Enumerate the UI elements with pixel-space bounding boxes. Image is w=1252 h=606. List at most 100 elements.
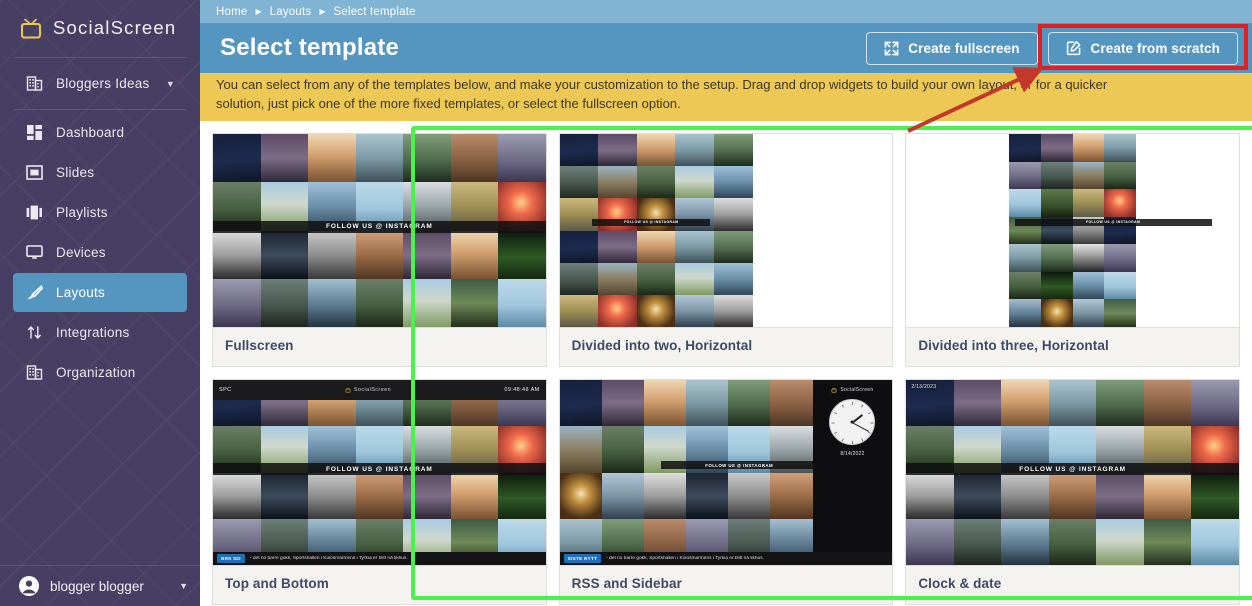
mosaic-tile — [260, 134, 309, 183]
user-avatar-icon — [19, 576, 39, 596]
mosaic-tile — [403, 278, 451, 327]
mosaic-tile — [260, 472, 309, 519]
alert-line-1: You can select from any of the templates… — [216, 77, 1108, 92]
mosaic-tile — [1001, 472, 1049, 519]
breadcrumb-item-select-template: Select template — [333, 5, 416, 18]
organization-building-icon — [25, 363, 44, 382]
template-card-fullscreen[interactable]: FOLLOW US @ INSTAGRAM Fullscreen — [212, 133, 547, 367]
mosaic-tile — [636, 294, 676, 327]
mosaic-tile — [601, 472, 644, 519]
layouts-brush-icon — [25, 283, 44, 302]
mosaic-tile — [498, 134, 546, 183]
mosaic-tile — [498, 230, 546, 279]
template-card-clock-date[interactable]: FOLLOW US @ INSTAGRAM 2/13/2023 Clock & … — [905, 379, 1240, 605]
sidebar-item-label: Bloggers Ideas — [56, 76, 150, 91]
alert-line-2: solution, just pick one of the more fixe… — [216, 96, 681, 111]
template-preview: FOLLOW US @ INSTAGRAM SocialScreen 8/14/… — [559, 380, 893, 565]
mosaic-tile — [770, 472, 813, 519]
mosaic-tile — [1191, 518, 1239, 565]
mosaic-tile — [355, 278, 404, 327]
mosaic-tile — [1041, 189, 1073, 217]
mosaic-tile — [636, 262, 676, 295]
app-root: SocialScreen Bloggers Ideas ▼ Dashboard … — [0, 0, 1252, 606]
sidebar-item-label: Devices — [56, 245, 106, 260]
ticker-tag: NRK NO — [217, 554, 245, 563]
template-card-divided-three[interactable]: FOLLOW US @ INSTAGRAM Divided into three… — [905, 133, 1240, 367]
expand-arrows-icon — [884, 41, 899, 56]
sidebar-item-integrations[interactable]: Integrations — [13, 313, 187, 352]
sidebar-item-organization[interactable]: Organization — [13, 353, 187, 392]
mosaic-tile — [1191, 472, 1239, 519]
mosaic-tile — [213, 230, 261, 279]
dashboard-icon — [25, 123, 44, 142]
mosaic-tile — [686, 472, 729, 519]
breadcrumb-item-home[interactable]: Home — [216, 6, 247, 18]
mosaic-tile — [728, 380, 771, 427]
preview-side-panel: SocialScreen 8/14/2022 — [812, 380, 893, 565]
mosaic-tile — [308, 230, 356, 279]
breadcrumb-item-layouts[interactable]: Layouts — [270, 6, 312, 18]
info-alert: You can select from any of the templates… — [200, 73, 1252, 121]
mosaic-tile — [1104, 244, 1136, 272]
brand-name: SocialScreen — [53, 17, 177, 38]
template-preview: FOLLOW US @ INSTAGRAM — [213, 134, 546, 327]
sidebar-item-layouts[interactable]: Layouts — [13, 273, 187, 312]
mosaic-tile — [355, 134, 404, 183]
mosaic-tile — [1104, 161, 1136, 190]
mosaic-tile — [675, 262, 714, 295]
topbar-brand: SocialScreen — [345, 387, 391, 393]
mosaic-tile — [1104, 299, 1136, 327]
mosaic-tile — [686, 380, 729, 427]
chevron-down-icon: ▼ — [165, 78, 175, 89]
mosaic-tile — [1191, 380, 1239, 427]
chevron-right-icon: ▶ — [319, 7, 326, 16]
empty-zone — [1135, 134, 1239, 327]
template-card-label: RSS and Sidebar — [559, 565, 893, 604]
mosaic-tile — [559, 134, 599, 167]
mosaic-tile — [1009, 271, 1042, 300]
preview-top-bar: SPC SocialScreen 09:48:48 AM — [213, 380, 546, 400]
mosaic-tile — [714, 134, 753, 167]
mosaic-tile — [1041, 244, 1073, 272]
instagram-banner: FOLLOW US @ INSTAGRAM — [213, 220, 546, 233]
mosaic-tile — [559, 426, 602, 473]
mosaic-tile — [355, 230, 404, 279]
ticker-tag: SISTE NYTT — [563, 554, 602, 563]
sidebar-item-slides[interactable]: Slides — [13, 153, 187, 192]
mosaic-tile — [1041, 134, 1073, 162]
mosaic-tile — [636, 134, 676, 167]
sidebar-item-dashboard[interactable]: Dashboard — [13, 113, 187, 152]
mosaic-tile — [675, 230, 714, 263]
create-from-scratch-button[interactable]: Create from scratch — [1047, 31, 1238, 65]
mosaic-tile — [1048, 380, 1097, 427]
pencil-square-icon — [1066, 40, 1082, 56]
ticker-text: - det no barre gokk, Sportshallen i Kulo… — [606, 556, 764, 561]
photo-mosaic — [559, 380, 813, 565]
sidebar-item-bloggers-ideas[interactable]: Bloggers Ideas ▼ — [13, 64, 187, 103]
template-card-top-bottom[interactable]: FOLLOW US @ INSTAGRAM SPC SocialScreen 0… — [212, 379, 547, 605]
mosaic-tile — [643, 380, 687, 427]
mosaic-tile — [1041, 299, 1073, 327]
mosaic-tile — [213, 134, 261, 183]
tv-icon — [831, 387, 837, 393]
mosaic-tile — [1143, 472, 1192, 519]
mosaic-tile — [598, 134, 637, 167]
template-grid: FOLLOW US @ INSTAGRAM Fullscreen FOLLOW … — [212, 133, 1240, 605]
brand[interactable]: SocialScreen — [0, 0, 200, 56]
sidebar: SocialScreen Bloggers Ideas ▼ Dashboard … — [0, 0, 200, 606]
template-card-rss-sidebar[interactable]: FOLLOW US @ INSTAGRAM SocialScreen 8/14/… — [558, 379, 894, 605]
create-fullscreen-button[interactable]: Create fullscreen — [866, 31, 1038, 65]
mosaic-tile — [308, 134, 356, 183]
template-card-label: Divided into three, Horizontal — [906, 327, 1239, 366]
sidebar-item-playlists[interactable]: Playlists — [13, 193, 187, 232]
mosaic-tile — [714, 198, 753, 231]
mosaic-tile — [1072, 299, 1105, 327]
mosaic-tile — [1104, 189, 1136, 217]
side-panel-brand: SocialScreen — [831, 387, 873, 393]
page-header: Select template Create fullscreen Create… — [200, 23, 1252, 73]
sidebar-item-devices[interactable]: Devices — [13, 233, 187, 272]
analog-clock-icon — [829, 399, 876, 445]
mosaic-tile — [728, 472, 771, 519]
user-menu[interactable]: blogger blogger ▼ — [0, 565, 200, 606]
template-card-divided-two[interactable]: FOLLOW US @ INSTAGRAM Divided into two, … — [558, 133, 894, 367]
